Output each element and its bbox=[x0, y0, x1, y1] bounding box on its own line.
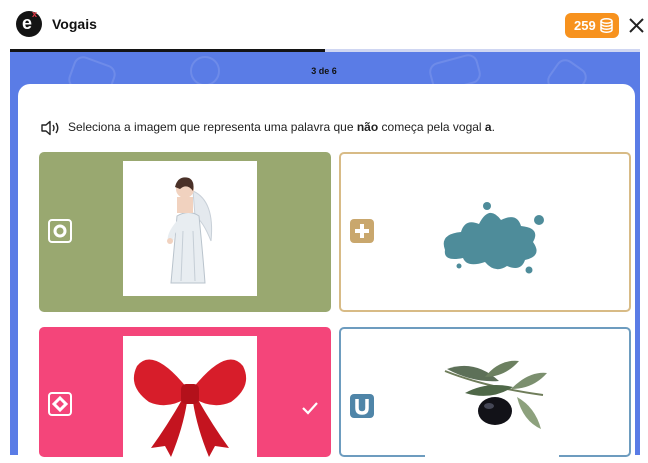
olive-image bbox=[425, 337, 559, 458]
question-part-2: começa pela vogal bbox=[378, 120, 485, 135]
e-logo-icon[interactable]: ex bbox=[16, 9, 42, 37]
coins-badge[interactable]: 259 bbox=[565, 13, 619, 38]
question-bold-word: não bbox=[356, 120, 379, 135]
question-part-3: . bbox=[491, 120, 495, 135]
question-text: Seleciona a imagem que representa uma pa… bbox=[40, 120, 495, 136]
water-splash-image bbox=[425, 162, 559, 302]
angel-image bbox=[123, 161, 257, 296]
question-card: Seleciona a imagem que representa uma pa… bbox=[18, 84, 635, 458]
question-bold-letter: a bbox=[484, 120, 492, 135]
diamond-symbol-icon bbox=[48, 392, 72, 416]
u-symbol-icon bbox=[350, 394, 374, 418]
coin-stack-icon bbox=[600, 18, 613, 33]
speaker-icon[interactable] bbox=[40, 120, 62, 136]
app-title: Vogais bbox=[52, 16, 97, 32]
step-counter: 3 de 6 bbox=[311, 66, 337, 76]
close-icon[interactable] bbox=[626, 13, 648, 37]
red-bow-image bbox=[123, 336, 257, 457]
option-red-bow[interactable] bbox=[39, 327, 331, 457]
option-water-splash[interactable] bbox=[339, 152, 631, 312]
top-bar: ex Vogais 259 bbox=[0, 0, 648, 50]
option-angel[interactable] bbox=[39, 152, 331, 312]
option-olive[interactable] bbox=[339, 327, 631, 458]
plus-symbol-icon bbox=[350, 219, 374, 243]
circle-symbol-icon bbox=[48, 219, 72, 243]
coins-count: 259 bbox=[574, 18, 596, 33]
question-part-1: Seleciona a imagem que representa uma pa… bbox=[68, 120, 357, 135]
check-icon bbox=[302, 402, 318, 415]
